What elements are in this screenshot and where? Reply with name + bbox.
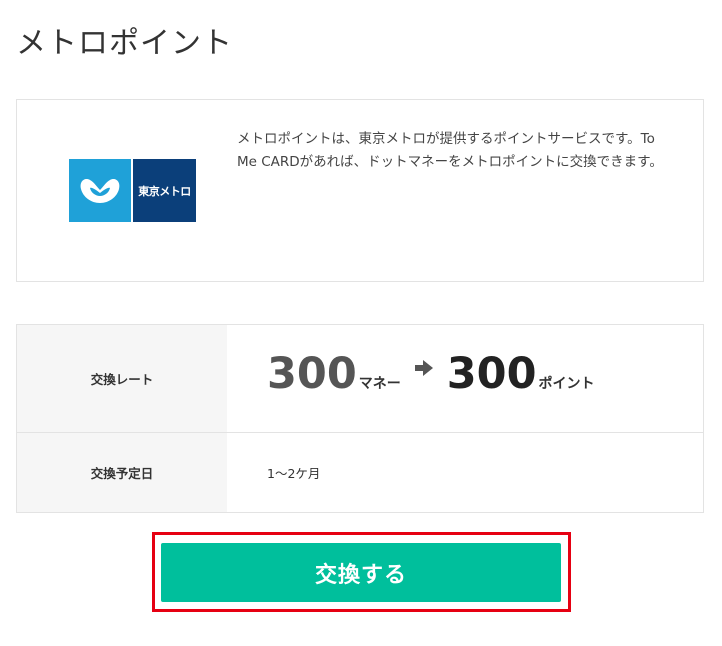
table-row: 交換レート 300 マネー 300 ポイント xyxy=(17,325,703,433)
to-amount: 300 xyxy=(446,349,537,399)
rate-label: 交換レート xyxy=(17,325,227,432)
logo-wordmark: 東京メトロ xyxy=(133,159,196,222)
from-unit: マネー xyxy=(358,376,401,392)
service-info-card: 東京メトロ メトロポイントは、東京メトロが提供するポイントサービスです。To M… xyxy=(16,99,704,282)
arrow-right-icon xyxy=(414,360,435,380)
metro-m-logo-icon xyxy=(69,159,131,222)
date-value: 1〜2ケ月 xyxy=(267,466,321,481)
to-unit: ポイント xyxy=(538,376,595,392)
exchange-info-table: 交換レート 300 マネー 300 ポイント 交換予定日 1〜2ケ月 xyxy=(16,324,704,513)
service-description: メトロポイントは、東京メトロが提供するポイントサービスです。To Me CARD… xyxy=(237,131,663,170)
from-amount: 300 xyxy=(267,349,357,399)
table-row: 交換予定日 1〜2ケ月 xyxy=(17,433,703,512)
date-label: 交換予定日 xyxy=(17,433,227,512)
exchange-button[interactable]: 交換する xyxy=(161,543,561,602)
tokyo-metro-logo: 東京メトロ xyxy=(69,159,196,222)
rate-value: 300 マネー 300 ポイント xyxy=(267,349,595,405)
page-title: メトロポイント xyxy=(16,26,233,61)
